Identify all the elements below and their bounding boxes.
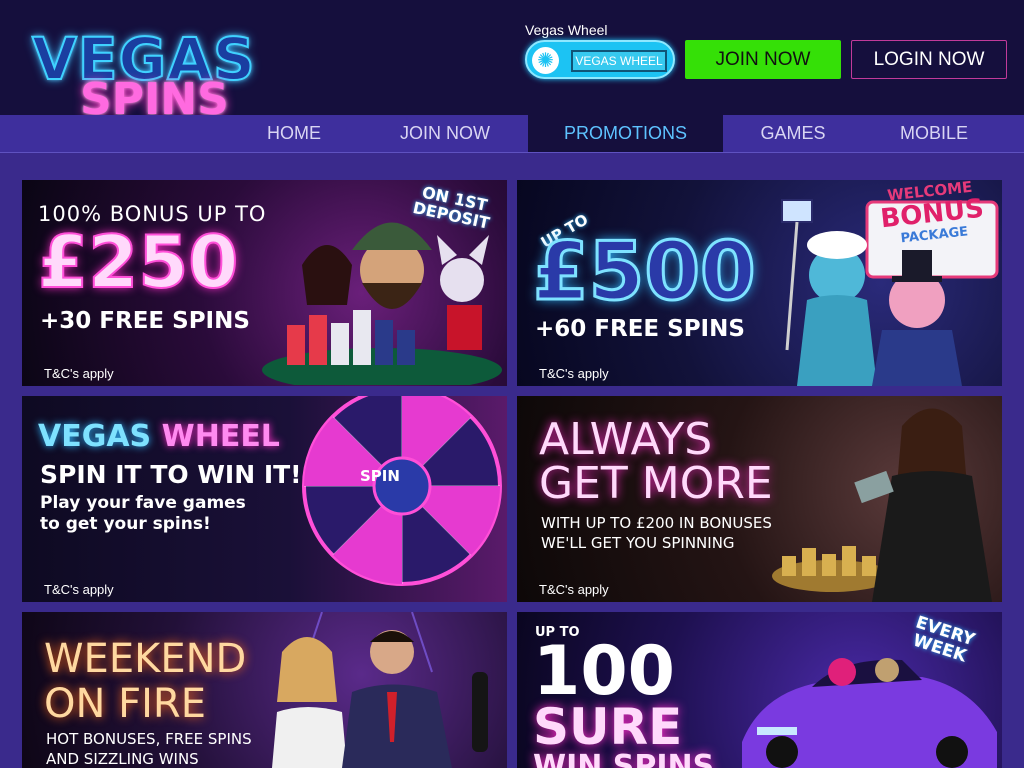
vegas-wheel-button[interactable]: ✺ VEGAS WHEEL [525,40,675,79]
prize-wheel-illustration [302,396,502,586]
join-now-button[interactable]: JOIN NOW [685,40,841,79]
promo-tile-250-bonus[interactable]: ON 1ST DEPOSIT 100% BONUS UP TO £250 +30… [22,180,507,386]
promo-tile-always-get-more[interactable]: ALWAYS GET MORE WITH UP TO £200 IN BONUS… [517,396,1002,602]
promo-desc-2: to get your spins! [40,514,211,534]
vegas-wheel-button-label: VEGAS WHEEL [571,50,667,72]
couple-illustration [272,612,488,768]
bonus-desc-1: WITH UP TO £200 IN BONUSES [541,514,772,532]
spin-to-win-line: SPIN IT TO WIN IT! [40,460,302,489]
weekend-desc-1: HOT BONUSES, FREE SPINS [46,730,252,748]
tc-apply[interactable]: T&C's apply [44,582,114,597]
spins-count: 100 [533,632,675,711]
bonus-amount: £500 [532,225,758,318]
login-now-button[interactable]: LOGIN NOW [851,40,1007,79]
promo-desc-1: Play your fave games [40,493,246,513]
promo-tile-100-sure-win-spins[interactable]: EVERY WEEK UP TO 100 SURE WIN SPINS [517,612,1002,768]
tc-apply[interactable]: T&C's apply [539,582,609,597]
win-spins-line: WIN SPINS [533,749,715,768]
nav-mobile[interactable]: MOBILE [863,115,1005,152]
weekend-desc-2: AND SIZZLING WINS [46,750,199,768]
weekend-line: WEEKEND [44,636,247,682]
tc-apply[interactable]: T&C's apply [44,366,114,381]
nav-join-now[interactable]: JOIN NOW [362,115,528,152]
vegas-wheel-label: Vegas Wheel [525,22,608,38]
vegas-spins-logo[interactable]: VEGAS SPINS [31,29,256,125]
nav-promotions[interactable]: PROMOTIONS [528,115,723,152]
always-line: ALWAYS [539,414,713,465]
promo-tile-weekend-on-fire[interactable]: WEEKEND ON FIRE HOT BONUSES, FREE SPINS … [22,612,507,768]
bonus-desc-2: WE'LL GET YOU SPINNING [541,534,735,552]
bonus-amount: £250 [37,220,239,304]
woman-illustration [772,408,992,602]
free-spins-line: +30 FREE SPINS [40,308,250,334]
nav-games[interactable]: GAMES [723,115,863,152]
tc-apply[interactable]: T&C's apply [539,366,609,381]
vegas-wheel-title: VEGAS WHEEL [38,422,280,452]
wheel-center-label: SPIN [360,467,400,485]
title-wheel: WHEEL [161,419,280,454]
main-nav: HOME JOIN NOW PROMOTIONS GAMES MOBILE [0,115,1024,152]
free-spins-line: +60 FREE SPINS [535,316,745,342]
get-more-line: GET MORE [539,458,773,509]
site-header: VEGAS SPINS Vegas Wheel ✺ VEGAS WHEEL JO… [0,0,1024,122]
title-vegas: VEGAS [38,419,152,454]
nav-divider [0,152,1024,153]
sure-line: SURE [533,698,683,756]
nav-home[interactable]: HOME [233,115,355,152]
promo-tile-vegas-wheel[interactable]: SPIN VEGAS WHEEL SPIN IT TO WIN IT! Play… [22,396,507,602]
wheel-icon: ✺ [532,47,559,74]
on-fire-line: ON FIRE [44,681,206,727]
promo-tile-500-welcome[interactable]: WELCOME BONUS PACKAGE UP TO £500 +60 FRE… [517,180,1002,386]
